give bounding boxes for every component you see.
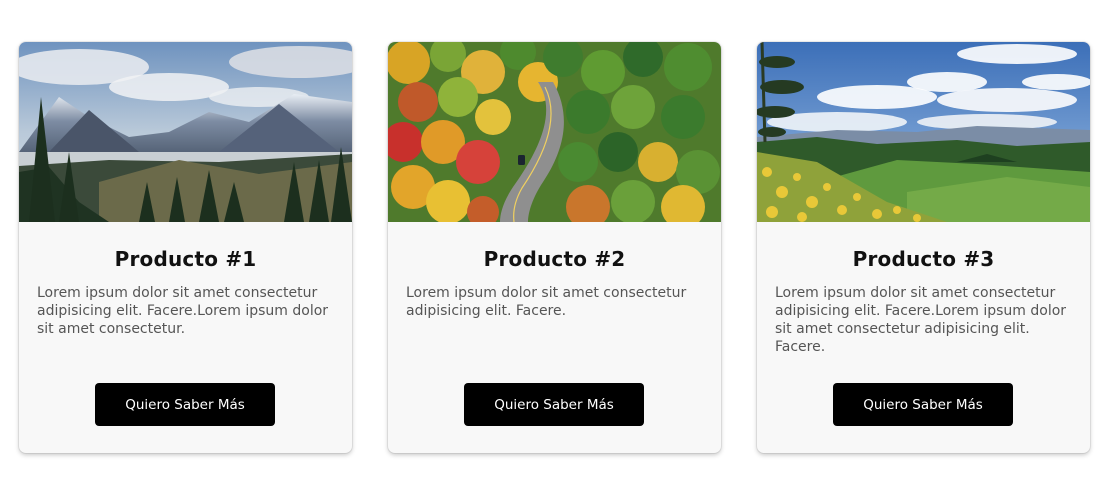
green-hills-meadow-photo xyxy=(757,42,1090,222)
product-title: Producto #2 xyxy=(483,247,626,271)
learn-more-button[interactable]: Quiero Saber Más xyxy=(95,383,275,426)
product-card-2: Producto #2 Lorem ipsum dolor sit amet c… xyxy=(388,42,721,453)
product-title: Producto #1 xyxy=(114,247,257,271)
learn-more-button[interactable]: Quiero Saber Más xyxy=(464,383,644,426)
product-cards: Producto #1 Lorem ipsum dolor sit amet c… xyxy=(0,0,1116,477)
product-card-3: Producto #3 Lorem ipsum dolor sit amet c… xyxy=(757,42,1090,453)
product-description: Lorem ipsum dolor sit amet consectetur a… xyxy=(775,285,1067,355)
autumn-forest-road-photo xyxy=(388,42,721,222)
product-description: Lorem ipsum dolor sit amet consectetur a… xyxy=(406,285,687,319)
learn-more-button[interactable]: Quiero Saber Más xyxy=(833,383,1013,426)
mountain-landscape-photo xyxy=(19,42,352,222)
product-card-1: Producto #1 Lorem ipsum dolor sit amet c… xyxy=(19,42,352,453)
product-title: Producto #3 xyxy=(852,247,995,271)
product-description: Lorem ipsum dolor sit amet consectetur a… xyxy=(37,285,329,337)
